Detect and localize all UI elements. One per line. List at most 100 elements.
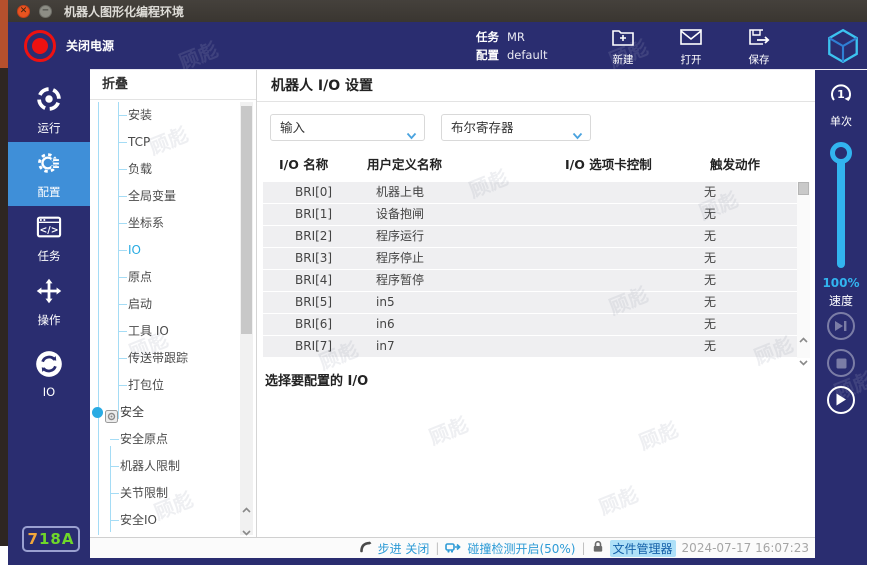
new-folder-icon bbox=[611, 27, 635, 51]
task-value: MR bbox=[507, 30, 525, 44]
select-io-note: 选择要配置的 I/O bbox=[265, 370, 368, 389]
scroll-up-icon[interactable] bbox=[242, 498, 251, 517]
close-icon[interactable]: ✕ bbox=[17, 5, 30, 18]
minimize-icon[interactable]: ─ bbox=[39, 5, 52, 18]
power-label: 关闭电源 bbox=[66, 22, 114, 70]
panel-title: 机器人 I/O 设置 bbox=[257, 70, 815, 102]
open-label: 打开 bbox=[681, 52, 702, 67]
io-circular-arrows-icon bbox=[35, 350, 63, 382]
tree-item-joint-limits[interactable]: 关节限制 bbox=[90, 480, 240, 507]
play-button[interactable] bbox=[827, 386, 855, 414]
code-icon: </> bbox=[35, 213, 63, 245]
chevron-down-icon bbox=[406, 123, 417, 148]
step-forward-icon bbox=[834, 317, 848, 336]
stop-button[interactable] bbox=[827, 349, 855, 377]
tree-scrollbar-thumb[interactable] bbox=[241, 106, 252, 334]
io-table: BRI[0]机器上电无 BRI[1]设备抱闸无 BRI[2]程序运行无 BRI[… bbox=[263, 182, 797, 358]
tree-item-safety-io[interactable]: 安全IO bbox=[90, 507, 240, 534]
step-mode-status[interactable]: 步进 关闭 bbox=[378, 540, 430, 557]
task-label: 任务 bbox=[476, 30, 499, 44]
scroll-down-icon[interactable] bbox=[799, 351, 808, 370]
file-manager-button[interactable]: 文件管理器 bbox=[610, 540, 676, 557]
table-row[interactable]: BRI[0]机器上电无 bbox=[263, 182, 797, 203]
table-scrollbar[interactable] bbox=[797, 182, 810, 358]
register-type-select[interactable]: 布尔寄存器 bbox=[441, 114, 591, 141]
table-row[interactable]: BRI[2]程序运行无 bbox=[263, 226, 797, 247]
datetime: 2024-07-17 16:07:23 bbox=[682, 541, 809, 555]
task-config-info: 任务MR 配置default bbox=[476, 28, 547, 64]
background-window-edge bbox=[0, 0, 8, 68]
new-label: 新建 bbox=[613, 52, 634, 67]
scroll-up-icon[interactable] bbox=[799, 328, 808, 347]
app-window: ✕ ─ 机器人图形化编程环境 关闭电源 任务 MR 配置 default bbox=[8, 0, 867, 565]
tree-item-tcp[interactable]: TCP bbox=[90, 129, 240, 156]
nav-item-task[interactable]: </> 任务 bbox=[8, 206, 90, 270]
col-io-name: I/O 名称 bbox=[257, 154, 367, 178]
table-row[interactable]: BRI[1]设备抱闸无 bbox=[263, 204, 797, 225]
collision-icon bbox=[445, 540, 461, 556]
col-user-name: 用户定义名称 bbox=[367, 154, 547, 178]
single-cycle-icon: 1 bbox=[827, 93, 855, 112]
nav-item-config[interactable]: 配置 bbox=[8, 142, 90, 206]
tree-item-conveyor[interactable]: 传送带跟踪 bbox=[90, 345, 240, 372]
status-separator: | bbox=[435, 541, 439, 555]
step-mode-icon bbox=[359, 540, 372, 556]
run-control-sidebar: 1 单次 100% 速度 bbox=[815, 70, 867, 560]
collision-detection-status[interactable]: 碰撞检测开启(50%) bbox=[467, 540, 575, 557]
speed-slider-track[interactable] bbox=[837, 150, 845, 268]
io-settings-panel: 机器人 I/O 设置 输入 布尔寄存器 I/O 名称 用户定义名称 I/O 选项… bbox=[257, 70, 815, 537]
tree-item-tool-io[interactable]: 工具 IO bbox=[90, 318, 240, 345]
mode-number: 1 bbox=[837, 88, 845, 101]
nav-item-run[interactable]: 运行 bbox=[8, 78, 90, 142]
power-record-icon bbox=[32, 38, 48, 54]
nav-label-run: 运行 bbox=[38, 120, 61, 136]
new-button[interactable]: 新建 bbox=[600, 25, 646, 69]
tree-item-robot-limits[interactable]: 机器人限制 bbox=[90, 453, 240, 480]
save-button[interactable]: 保存 bbox=[736, 25, 782, 69]
tree-item-origin[interactable]: 原点 bbox=[90, 264, 240, 291]
badge-right: 18A bbox=[39, 530, 74, 548]
config-value: default bbox=[507, 48, 547, 62]
desktop: ✕ ─ 机器人图形化编程环境 关闭电源 任务 MR 配置 default bbox=[0, 0, 879, 565]
tree-item-safety-origin[interactable]: 安全原点 bbox=[90, 426, 240, 453]
titlebar: ✕ ─ 机器人图形化编程环境 bbox=[8, 0, 867, 22]
table-row[interactable]: BRI[4]程序暂停无 bbox=[263, 270, 797, 291]
nav-label-task: 任务 bbox=[38, 248, 61, 264]
config-tree-panel: 折叠 安装 TCP 负载 全局变量 坐标系 IO 原点 启动 工具 IO 传送带… bbox=[90, 70, 257, 537]
tree-scrollbar[interactable] bbox=[240, 102, 253, 535]
table-scrollbar-thumb[interactable] bbox=[798, 182, 809, 195]
table-row[interactable]: BRI[5]in5无 bbox=[263, 292, 797, 313]
badge-left: 7 bbox=[28, 530, 39, 548]
app-header: 关闭电源 任务MR 配置default 新建 打开 bbox=[8, 22, 867, 70]
tree-item-packing[interactable]: 打包位 bbox=[90, 372, 240, 399]
io-direction-select[interactable]: 输入 bbox=[270, 114, 425, 141]
play-icon bbox=[835, 391, 847, 410]
power-button[interactable] bbox=[24, 30, 56, 62]
speed-slider-handle[interactable] bbox=[830, 142, 852, 164]
tree-item-safety[interactable]: 安全 bbox=[90, 399, 240, 426]
table-row[interactable]: BRI[3]程序停止无 bbox=[263, 248, 797, 269]
target-icon bbox=[35, 85, 63, 117]
mode-label: 单次 bbox=[815, 113, 867, 129]
table-row[interactable]: BRI[7]in7无 bbox=[263, 336, 797, 357]
tree-item-payload[interactable]: 负载 bbox=[90, 156, 240, 183]
single-run-mode-button[interactable]: 1 单次 bbox=[815, 80, 867, 129]
chevron-down-icon bbox=[572, 123, 583, 148]
speed-label: 速度 bbox=[815, 292, 867, 309]
tree-item-io[interactable]: IO bbox=[90, 237, 240, 264]
step-forward-button[interactable] bbox=[827, 312, 855, 340]
tree-item-global-vars[interactable]: 全局变量 bbox=[90, 183, 240, 210]
table-row[interactable]: BRI[6]in6无 bbox=[263, 314, 797, 335]
tree-header-collapse[interactable]: 折叠 bbox=[90, 70, 256, 100]
nav-item-io[interactable]: IO bbox=[8, 342, 90, 406]
open-button[interactable]: 打开 bbox=[668, 25, 714, 69]
nav-label-io: IO bbox=[43, 385, 55, 399]
save-icon bbox=[747, 27, 771, 51]
nav-item-operate[interactable]: 操作 bbox=[8, 270, 90, 334]
tree-item-coord-system[interactable]: 坐标系 bbox=[90, 210, 240, 237]
tree-item-install[interactable]: 安装 bbox=[90, 102, 240, 129]
status-bar: 步进 关闭 | 碰撞检测开启(50%) | 文件管理器 2024-07-17 1… bbox=[90, 537, 815, 558]
tree-item-startup[interactable]: 启动 bbox=[90, 291, 240, 318]
open-envelope-icon bbox=[679, 27, 703, 51]
lock-icon bbox=[592, 540, 604, 556]
